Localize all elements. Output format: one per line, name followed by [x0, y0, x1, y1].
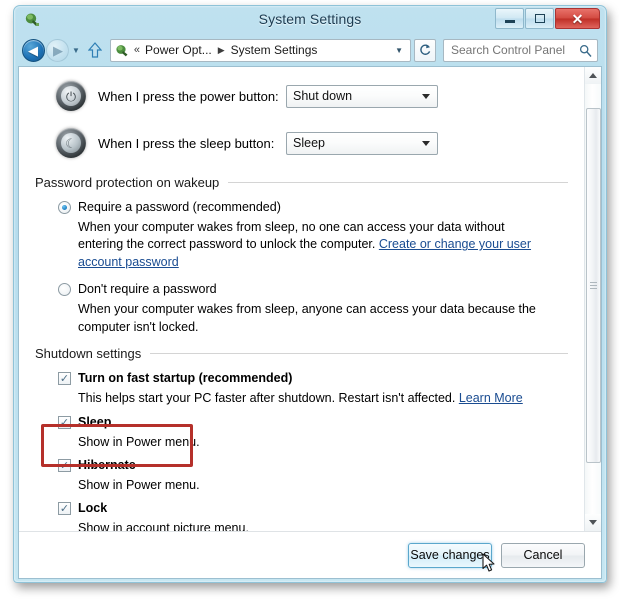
sleep-option[interactable]: ✓ Sleep — [35, 414, 568, 431]
title-bar: System Settings ✕ — [18, 6, 602, 34]
search-box[interactable] — [443, 38, 598, 62]
up-arrow-icon — [87, 42, 102, 58]
learn-more-link[interactable]: Learn More — [459, 391, 523, 405]
checkbox-sleep[interactable]: ✓ — [58, 415, 71, 429]
close-icon: ✕ — [571, 10, 584, 27]
save-changes-button[interactable]: Save changes — [408, 542, 492, 568]
minimize-button[interactable] — [495, 8, 524, 29]
vertical-scrollbar[interactable] — [584, 67, 601, 531]
system-settings-window: System Settings ✕ ◀ ▶ ▼ « Power Opt... ▶… — [13, 5, 607, 583]
up-button[interactable] — [85, 39, 105, 61]
breadcrumb-icon — [115, 43, 130, 58]
divider — [228, 182, 568, 183]
address-bar[interactable]: « Power Opt... ▶ System Settings ▼ — [109, 38, 411, 62]
power-button-icon: ⏻ — [56, 81, 86, 111]
lock-option[interactable]: ✓ Lock — [35, 500, 568, 517]
scroll-up-button[interactable] — [584, 67, 601, 84]
refresh-icon — [420, 44, 431, 55]
hibernate-option[interactable]: ✓ Hibernate — [35, 457, 568, 474]
checkbox-lock[interactable]: ✓ — [58, 502, 71, 516]
dont-require-password-option[interactable]: Don't require a password — [35, 281, 568, 298]
power-button-action-value: Shut down — [293, 89, 353, 103]
mouse-cursor — [482, 553, 495, 572]
breadcrumb-separator-icon: ▶ — [217, 44, 225, 55]
back-arrow-icon: ◀ — [28, 42, 38, 58]
forward-arrow-icon: ▶ — [53, 42, 63, 58]
fast-startup-label: Turn on fast startup (recommended) — [78, 371, 293, 386]
search-icon — [579, 44, 592, 57]
sleep-button-action-dropdown[interactable]: Sleep — [286, 131, 438, 155]
fast-startup-option[interactable]: ✓ Turn on fast startup (recommended) — [35, 370, 568, 387]
settings-content: ⏻ When I press the power button: Shut do… — [19, 67, 584, 531]
group-header: Shutdown settings — [35, 346, 568, 361]
client-area: ⏻ When I press the power button: Shut do… — [18, 66, 602, 579]
minimize-icon — [504, 20, 515, 23]
fast-startup-desc-text: This helps start your PC faster after sh… — [78, 391, 459, 406]
refresh-button[interactable] — [414, 38, 436, 62]
forward-button[interactable]: ▶ — [46, 38, 69, 62]
chevron-down-icon[interactable]: ▼ — [72, 46, 80, 55]
chevron-down-icon — [422, 141, 430, 146]
lock-label: Lock — [78, 501, 108, 516]
scrollbar-thumb[interactable] — [585, 108, 601, 463]
password-group-title: Password protection on wakeup — [35, 175, 220, 190]
chevron-down-icon — [422, 94, 430, 99]
scrollbar-track[interactable] — [585, 84, 602, 514]
lock-description: Show in account picture menu. — [78, 521, 249, 531]
divider — [150, 353, 568, 355]
dialog-button-bar: Save changes Cancel — [19, 531, 601, 578]
window-controls: ✕ — [495, 8, 600, 29]
breadcrumb-parent[interactable]: Power Opt... — [143, 42, 214, 58]
shutdown-settings-group: Shutdown settings ✓ Turn on fast startup… — [35, 346, 568, 531]
search-input[interactable] — [449, 42, 579, 58]
checkbox-fast-startup[interactable]: ✓ — [58, 372, 71, 386]
cancel-button[interactable]: Cancel — [501, 542, 585, 568]
sleep-button-icon: ☾ — [56, 128, 86, 158]
chevron-down-icon — [589, 520, 597, 525]
navigation-bar: ◀ ▶ ▼ « Power Opt... ▶ System Settings ▼ — [18, 34, 602, 66]
radio-dont-require-password[interactable] — [58, 283, 71, 297]
sleep-label: Sleep — [78, 414, 112, 429]
require-password-option[interactable]: Require a password (recommended) — [35, 199, 568, 216]
sleep-button-setting-row: ☾ When I press the sleep button: Sleep — [35, 128, 568, 158]
power-button-action-dropdown[interactable]: Shut down — [286, 84, 438, 108]
group-header: Password protection on wakeup — [35, 175, 568, 190]
maximize-icon — [534, 14, 545, 23]
shutdown-group-title: Shutdown settings — [35, 346, 142, 362]
back-button[interactable]: ◀ — [22, 38, 45, 62]
sleep-description: Show in Power menu. — [78, 434, 200, 449]
address-chevron-down-icon[interactable]: ▼ — [392, 46, 406, 55]
close-button[interactable]: ✕ — [555, 8, 600, 29]
power-button-setting-row: ⏻ When I press the power button: Shut do… — [35, 81, 568, 111]
radio-require-password[interactable] — [58, 201, 71, 214]
require-password-description: When your computer wakes from sleep, no … — [35, 219, 540, 272]
breadcrumb-current[interactable]: System Settings — [229, 42, 320, 58]
hibernate-label: Hibernate — [78, 458, 136, 472]
dont-require-password-label: Don't require a password — [78, 282, 217, 297]
dont-require-password-description: When your computer wakes from sleep, any… — [78, 302, 536, 334]
grip-icon — [589, 280, 597, 291]
sleep-button-label: When I press the sleep button: — [98, 135, 275, 151]
scroll-down-button[interactable] — [584, 514, 601, 531]
checkbox-hibernate[interactable]: ✓ — [58, 459, 71, 472]
fast-startup-description: This helps start your PC faster after sh… — [35, 390, 540, 408]
password-protection-group: Password protection on wakeup Require a … — [35, 175, 568, 336]
breadcrumb-overflow[interactable]: « — [134, 44, 140, 56]
require-password-label: Require a password (recommended) — [78, 200, 281, 214]
scroll-host: ⏻ When I press the power button: Shut do… — [19, 67, 601, 531]
hibernate-description: Show in Power menu. — [78, 477, 200, 492]
power-button-label: When I press the power button: — [98, 88, 279, 104]
sleep-button-action-value: Sleep — [293, 136, 325, 150]
chevron-up-icon — [589, 73, 597, 78]
maximize-button[interactable] — [525, 8, 554, 29]
